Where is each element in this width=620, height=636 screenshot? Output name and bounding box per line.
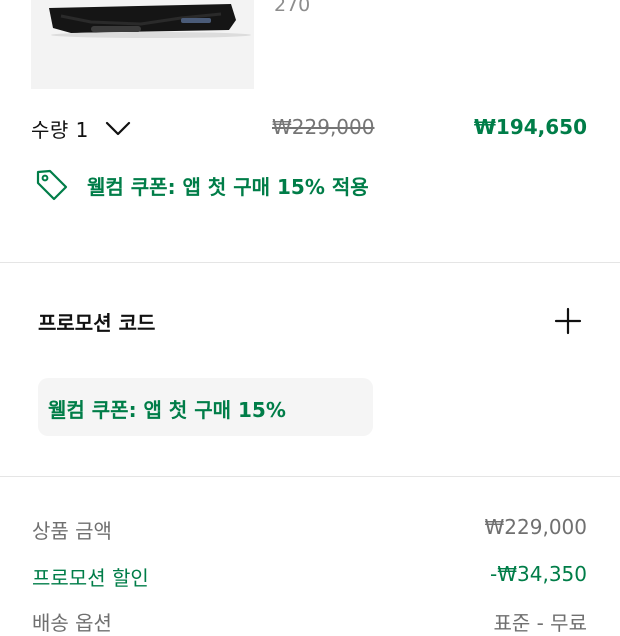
sneaker-image [31, 0, 254, 89]
promo-code-title: 프로모션 코드 [38, 311, 156, 335]
product-image [31, 0, 254, 89]
summary-subtotal-value: ₩229,000 [484, 515, 587, 539]
original-price: ₩229,000 [272, 115, 375, 139]
promo-chip-text: 웰컴 쿠폰: 앱 첫 구매 15% [48, 398, 286, 422]
quantity-selector[interactable]: 수량 1 [31, 114, 131, 143]
sale-price: ₩194,650 [473, 115, 587, 139]
divider [0, 262, 620, 263]
price-tag-icon [36, 169, 68, 201]
promo-chip[interactable]: 웰컴 쿠폰: 앱 첫 구매 15% [38, 378, 373, 436]
quantity-label: 수량 1 [31, 118, 89, 142]
summary-shipping-label: 배송 옵션 [32, 611, 112, 635]
divider [0, 476, 620, 477]
coupon-applied-text: 웰컴 쿠폰: 앱 첫 구매 15% 적용 [87, 174, 369, 199]
chevron-down-icon [105, 121, 130, 135]
summary-discount-label: 프로모션 할인 [32, 566, 149, 590]
summary-subtotal-label: 상품 금액 [32, 519, 112, 543]
coupon-applied: 웰컴 쿠폰: 앱 첫 구매 15% 적용 [35, 168, 369, 202]
product-size: 270 [274, 0, 311, 16]
summary-discount-value: -₩34,350 [490, 562, 587, 586]
summary-shipping-value: 표준 - 무료 [493, 611, 587, 635]
plus-icon[interactable] [553, 306, 583, 336]
